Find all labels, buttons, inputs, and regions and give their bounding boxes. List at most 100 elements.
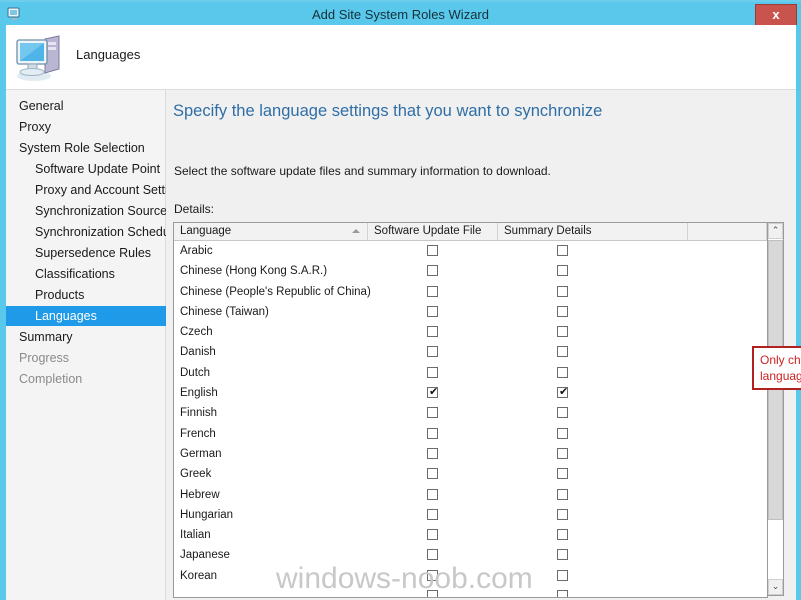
- table-row[interactable]: Finnish: [174, 403, 767, 423]
- wizard-window: Add Site System Roles Wizard x Languages…: [0, 0, 801, 600]
- summary-details-checkbox[interactable]: [557, 549, 568, 561]
- sidebar-item-general[interactable]: General: [6, 96, 178, 116]
- software-update-file-checkbox[interactable]: [427, 305, 438, 317]
- table-row[interactable]: English ✔ ✔: [174, 383, 767, 403]
- summary-details-checkbox[interactable]: [557, 326, 568, 338]
- summary-details-checkbox[interactable]: [557, 529, 568, 541]
- table-row[interactable]: Dutch: [174, 363, 767, 383]
- software-update-file-checkbox[interactable]: [427, 549, 438, 561]
- table-row[interactable]: German: [174, 444, 767, 464]
- table-body: Arabic Chinese (Hong Kong S.A.R.) Chinese …: [174, 241, 767, 597]
- table-row[interactable]: Greek: [174, 464, 767, 484]
- summary-details-checkbox[interactable]: [557, 488, 568, 500]
- software-update-file-checkbox[interactable]: [427, 529, 438, 541]
- software-update-file-checkbox[interactable]: [427, 427, 438, 439]
- summary-details-checkbox[interactable]: [557, 569, 568, 581]
- check-icon: ✔: [429, 385, 439, 399]
- page-description: Select the software update files and sum…: [174, 164, 551, 178]
- language-name: Finnish: [180, 407, 218, 420]
- summary-details-checkbox[interactable]: ✔: [557, 386, 568, 399]
- table-row[interactable]: Danish: [174, 342, 767, 362]
- table-row[interactable]: Italian: [174, 525, 767, 545]
- language-name: Italian: [180, 529, 211, 542]
- software-update-file-checkbox[interactable]: [427, 285, 438, 297]
- sidebar-item-label: Products: [35, 288, 85, 302]
- summary-details-checkbox[interactable]: [557, 245, 568, 256]
- summary-details-checkbox[interactable]: [557, 590, 568, 597]
- sidebar-item-label: General: [19, 99, 64, 113]
- sidebar-item-label: Languages: [35, 309, 97, 323]
- summary-details-checkbox[interactable]: [557, 265, 568, 277]
- language-name: Greek: [180, 468, 212, 481]
- scroll-down-button[interactable]: ⌄: [768, 579, 783, 595]
- sidebar-item-summary[interactable]: Summary: [6, 327, 178, 347]
- close-button[interactable]: x: [755, 4, 797, 27]
- sidebar-item-label: System Role Selection: [19, 141, 145, 155]
- column-header-language[interactable]: Language: [174, 223, 368, 240]
- header-title: Languages: [76, 47, 141, 62]
- software-update-file-checkbox[interactable]: [427, 468, 438, 480]
- scroll-up-button[interactable]: ⌃: [768, 223, 783, 239]
- sidebar-item-label: Supersedence Rules: [35, 246, 152, 260]
- software-update-file-checkbox[interactable]: [427, 488, 438, 500]
- summary-details-checkbox[interactable]: [557, 305, 568, 317]
- page-title: Specify the language settings that you w…: [173, 102, 603, 120]
- summary-details-checkbox[interactable]: [557, 468, 568, 480]
- software-update-file-checkbox[interactable]: [427, 407, 438, 419]
- sidebar-item-label: Completion: [19, 372, 83, 386]
- summary-details-checkbox[interactable]: [557, 447, 568, 459]
- table-header-row: Language Software Update File Summary Deta…: [174, 223, 767, 241]
- sidebar-item-completion[interactable]: Completion: [6, 369, 178, 389]
- software-update-file-checkbox[interactable]: [427, 326, 438, 338]
- sort-ascending-icon: [352, 229, 360, 233]
- column-header-label: Language: [180, 225, 232, 237]
- software-update-file-checkbox[interactable]: [427, 447, 438, 459]
- table-row[interactable]: Hungarian: [174, 505, 767, 525]
- sidebar-item-label: Proxy: [19, 120, 51, 134]
- summary-details-checkbox[interactable]: [557, 366, 568, 378]
- summary-details-checkbox[interactable]: [557, 508, 568, 520]
- summary-details-checkbox[interactable]: [557, 346, 568, 358]
- table-row[interactable]: Chinese (People's Republic of China): [174, 282, 767, 302]
- table-row[interactable]: Arabic: [174, 241, 767, 261]
- column-header-software-update-file[interactable]: Software Update File: [368, 223, 498, 240]
- software-update-file-checkbox[interactable]: [427, 346, 438, 358]
- table-row[interactable]: Czech: [174, 322, 767, 342]
- sidebar-item-system-role-selection[interactable]: System Role Selection: [6, 138, 178, 158]
- languages-table: Language Software Update File Summary Deta…: [173, 222, 768, 598]
- language-name: Arabic: [180, 245, 213, 257]
- table-scrollbar[interactable]: ⌃ ⌄: [767, 222, 784, 596]
- sidebar-item-proxy[interactable]: Proxy: [6, 117, 178, 137]
- language-name: Dutch: [180, 366, 211, 379]
- software-update-file-checkbox[interactable]: [427, 245, 438, 256]
- table-row[interactable]: French: [174, 424, 767, 444]
- language-name: Japanese: [180, 549, 230, 562]
- table-row[interactable]: Chinese (Hong Kong S.A.R.): [174, 261, 767, 281]
- software-update-file-checkbox[interactable]: [427, 508, 438, 520]
- window-edge-right: [796, 25, 801, 600]
- details-label: Details:: [174, 202, 215, 216]
- sidebar-item-label: Synchronization Source: [35, 204, 168, 218]
- sidebar-item-label: Software Update Point: [35, 162, 161, 176]
- summary-details-checkbox[interactable]: [557, 407, 568, 419]
- summary-details-checkbox[interactable]: [557, 427, 568, 439]
- column-header-blank[interactable]: [688, 223, 767, 240]
- table-row[interactable]: Hebrew: [174, 485, 767, 505]
- computer-icon: [16, 35, 60, 81]
- column-header-label: Summary Details: [504, 225, 592, 237]
- annotation-callout: Only choose the language that you need.: [752, 346, 801, 390]
- language-name: Korean: [180, 569, 218, 582]
- language-name: English: [180, 387, 218, 400]
- software-update-file-checkbox[interactable]: [427, 265, 438, 277]
- summary-details-checkbox[interactable]: [557, 285, 568, 297]
- column-header-label: Software Update File: [374, 225, 482, 237]
- language-name: Hungarian: [180, 508, 234, 521]
- column-header-summary-details[interactable]: Summary Details: [498, 223, 688, 240]
- language-name: Chinese (Taiwan): [180, 305, 269, 318]
- sidebar-item-progress[interactable]: Progress: [6, 348, 178, 368]
- software-update-file-checkbox[interactable]: [427, 366, 438, 378]
- sidebar-item-label: Progress: [19, 351, 70, 365]
- window-title: Add Site System Roles Wizard: [311, 7, 489, 22]
- table-row[interactable]: Chinese (Taiwan): [174, 302, 767, 322]
- software-update-file-checkbox[interactable]: ✔: [427, 385, 439, 399]
